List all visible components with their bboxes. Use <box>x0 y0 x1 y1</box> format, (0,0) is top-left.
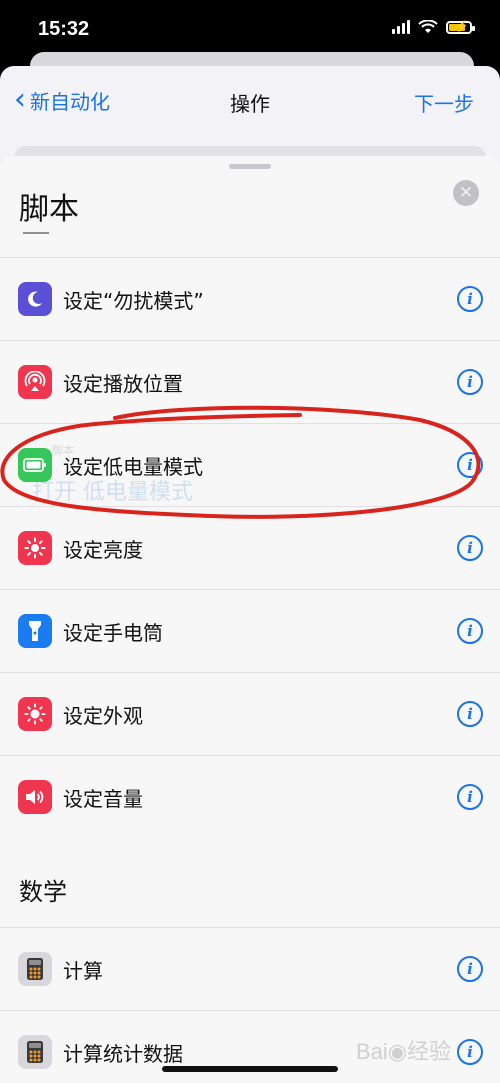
status-bar: 15:32 ⚡ <box>0 0 500 60</box>
info-icon[interactable]: i <box>457 784 483 810</box>
home-indicator[interactable] <box>162 1066 338 1072</box>
list-item-label: 设定音量 <box>63 786 143 811</box>
section-title-math: 数学 <box>19 878 67 906</box>
calculator-icon <box>18 952 52 986</box>
list-item[interactable]: 设定亮度 i <box>0 506 500 589</box>
battery-icon <box>18 448 52 482</box>
info-icon[interactable]: i <box>457 618 483 644</box>
list-item[interactable]: 设定手电筒 i <box>0 589 500 672</box>
calculator-icon <box>18 1035 52 1069</box>
close-icon: ✕ <box>458 183 474 203</box>
status-icons: ⚡ <box>392 20 475 34</box>
moon-icon <box>18 282 52 316</box>
list-item-label: 设定播放位置 <box>63 371 183 396</box>
airplay-icon <box>18 365 52 399</box>
close-button[interactable]: ✕ <box>453 180 479 206</box>
signal-icon <box>392 20 410 34</box>
info-icon[interactable]: i <box>457 1039 483 1065</box>
brightness-icon <box>18 531 52 565</box>
list-item[interactable]: 设定音量 i <box>0 755 500 838</box>
list-item[interactable]: 计算 i <box>0 927 500 1010</box>
list-item-label: 设定亮度 <box>63 537 143 562</box>
sheet-grabber[interactable] <box>229 164 271 169</box>
list-item[interactable]: 设定低电量模式 i <box>0 423 500 506</box>
actions-sheet: 脚本 ✕ 脚本 打开 低电量模式 设定“勿扰模式” i 设定播放位置 i 设定低… <box>0 156 500 1083</box>
section-title-scripting: 脚本 <box>19 192 79 227</box>
wifi-icon <box>418 20 438 33</box>
info-icon[interactable]: i <box>457 701 483 727</box>
list-item[interactable]: 设定外观 i <box>0 672 500 755</box>
list-item-label: 设定低电量模式 <box>63 454 203 479</box>
appearance-icon <box>18 697 52 731</box>
next-button[interactable]: 下一步 <box>414 88 474 117</box>
list-item[interactable]: 设定播放位置 i <box>0 340 500 423</box>
scripting-action-list: 设定“勿扰模式” i 设定播放位置 i 设定低电量模式 i 设定亮度 i 设定手… <box>0 257 500 838</box>
speaker-icon <box>18 780 52 814</box>
list-item-label: 计算 <box>63 958 103 983</box>
list-item-label: 计算统计数据 <box>63 1041 183 1066</box>
info-icon[interactable]: i <box>457 452 483 478</box>
status-time: 15:32 <box>38 18 90 40</box>
watermark: Bai◉经验 <box>356 1039 451 1064</box>
list-item-label: 设定手电筒 <box>63 620 163 645</box>
list-item[interactable]: 设定“勿扰模式” i <box>0 257 500 340</box>
flashlight-icon <box>18 614 52 648</box>
list-item-label: 设定“勿扰模式” <box>63 288 204 313</box>
info-icon[interactable]: i <box>457 286 483 312</box>
info-icon[interactable]: i <box>457 535 483 561</box>
info-icon[interactable]: i <box>457 369 483 395</box>
battery-icon: ⚡ <box>446 20 475 34</box>
list-item-label: 设定外观 <box>63 703 143 728</box>
title-underline <box>23 232 49 234</box>
info-icon[interactable]: i <box>457 956 483 982</box>
